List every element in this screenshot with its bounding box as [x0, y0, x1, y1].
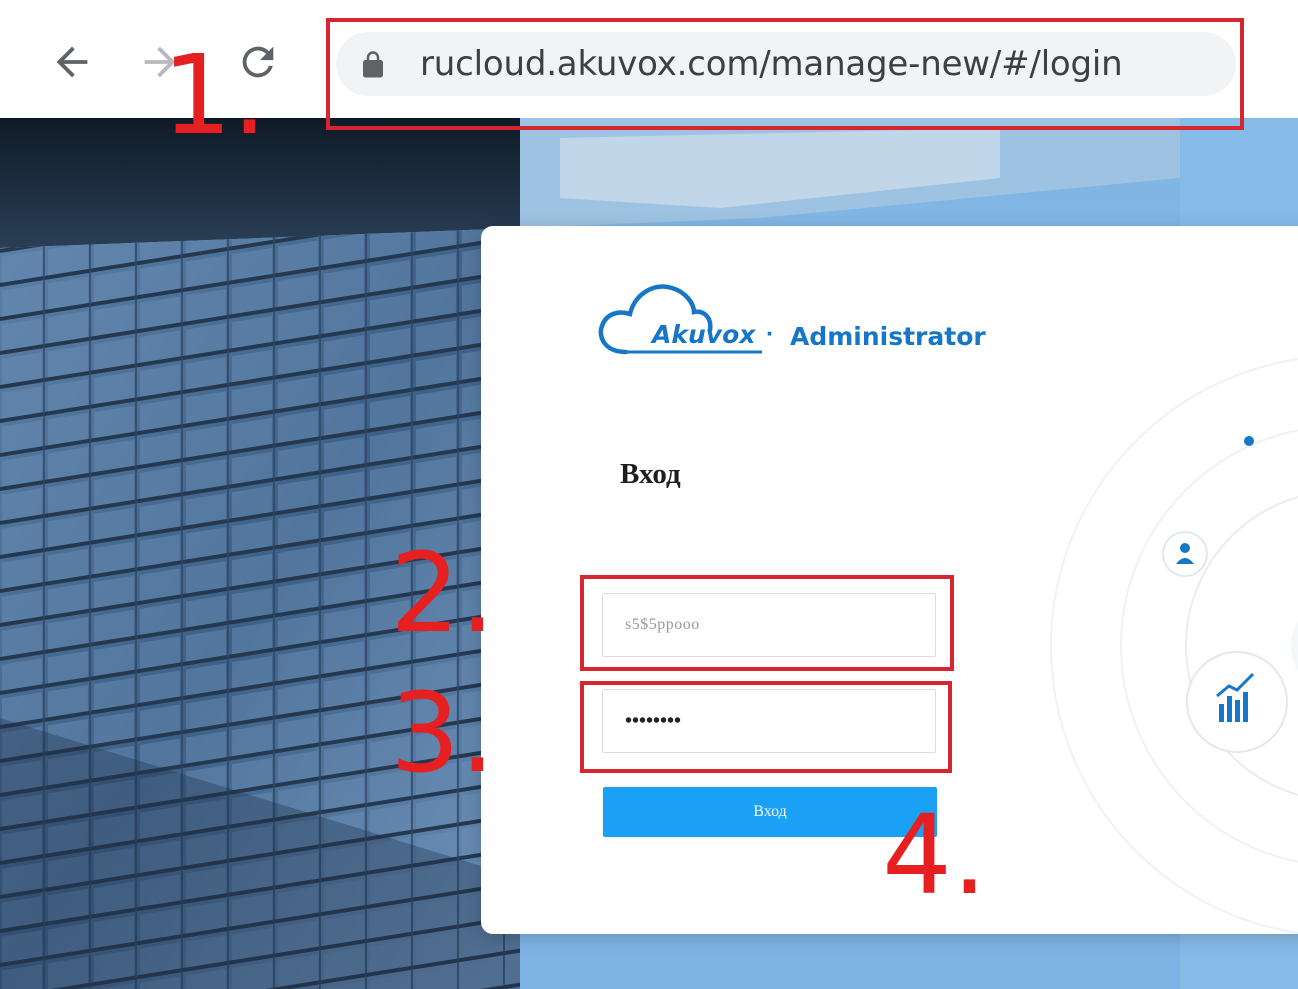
url-text[interactable]: rucloud.akuvox.com/manage-new/#/login	[420, 44, 1123, 84]
password-field[interactable]: ••••••••	[602, 689, 936, 753]
back-arrow-icon	[56, 46, 88, 78]
page-title: Вход	[620, 458, 681, 490]
akuvox-logo: Akuvox · Administrator	[596, 278, 1016, 358]
username-field[interactable]: s5$5ppooo	[602, 593, 936, 657]
chart-stats-icon	[1186, 651, 1288, 753]
address-bar[interactable]: rucloud.akuvox.com/manage-new/#/login	[336, 32, 1236, 96]
browser-toolbar: rucloud.akuvox.com/manage-new/#/login	[0, 0, 1298, 118]
lock-icon	[363, 51, 383, 78]
login-button[interactable]: Вход	[603, 787, 937, 837]
forward-arrow-icon	[144, 46, 176, 78]
page: rucloud.akuvox.com/manage-new/#/login Ak…	[0, 0, 1298, 989]
brand-separator: ·	[766, 320, 775, 348]
brand-name: Akuvox	[652, 320, 756, 349]
forward-button[interactable]	[132, 34, 188, 90]
reload-button[interactable]	[230, 34, 286, 90]
login-card: Akuvox · Administrator Вход s5$5ppooo ••…	[481, 226, 1298, 934]
back-button[interactable]	[44, 34, 100, 90]
brand-suffix: Administrator	[790, 322, 986, 351]
user-icon	[1162, 531, 1208, 577]
decorative-orbit-graphic	[1050, 358, 1298, 934]
reload-icon	[242, 46, 274, 78]
